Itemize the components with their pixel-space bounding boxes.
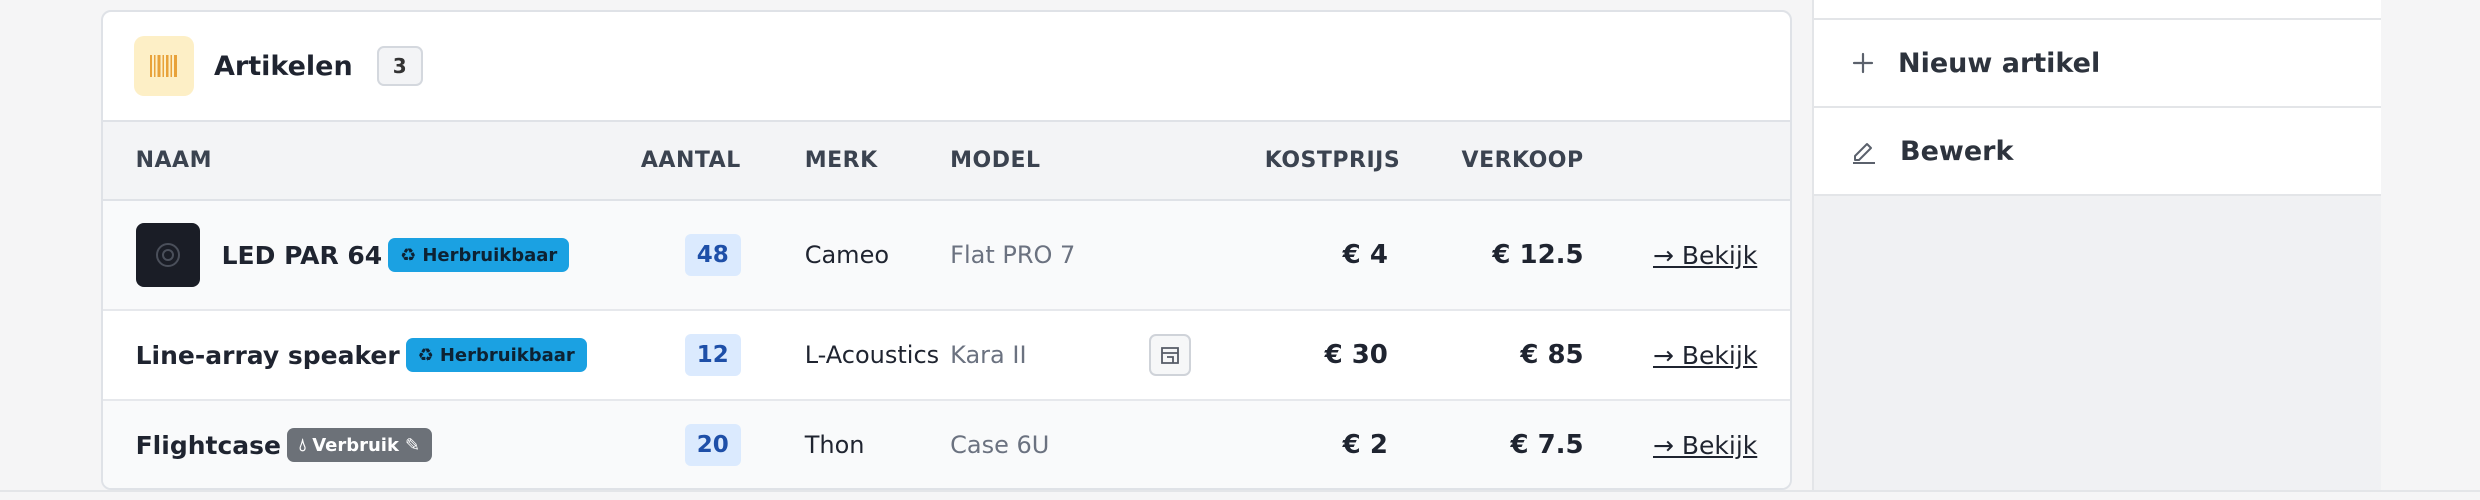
col-kostprijs[interactable]: KOSTPRIJS [1264,122,1400,201]
card-title: Artikelen [214,50,353,82]
table-row[interactable]: LED PAR 64 ♻ Herbruikbaar 48 Cameo Flat … [103,200,1790,311]
drop-icon: 💧︎ [299,434,307,456]
item-model: Flat PRO 7 [950,200,1150,311]
col-model[interactable]: MODEL [950,122,1150,201]
store-icon [1161,347,1179,364]
articles-table: NAAM AANTAL MERK MODEL KOSTPRIJS VERKOOP [103,122,1790,488]
product-thumbnail [135,223,200,287]
item-brand: Thon [740,400,951,488]
table-row[interactable]: Line-array speaker ♻ Herbruikbaar 12 L-A… [103,310,1790,401]
barcode-icon [134,36,194,96]
new-article-button[interactable]: Nieuw artikel [1814,20,2381,108]
quantity-badge: 48 [684,234,741,276]
item-sale: € 7.5 [1387,400,1584,488]
view-link[interactable]: → Bekijk [1653,341,1757,370]
plus-icon [1852,52,1874,74]
item-sale: € 85 [1387,310,1584,401]
col-naam[interactable]: NAAM [135,122,604,201]
item-cost: € 30 [1264,310,1388,401]
item-brand: Cameo [740,200,951,311]
pencil-icon[interactable]: ✎ [405,435,420,456]
view-link[interactable]: → Bekijk [1653,241,1757,270]
table-row[interactable]: Flightcase 💧︎ Verbruik ✎ 20 Thon Case 6U… [103,400,1790,488]
actions-sidebar: Nieuw artikel Bewerk [1812,0,2381,490]
reusable-badge: ♻ Herbruikbaar [405,338,587,372]
item-cost: € 4 [1264,200,1388,311]
col-merk[interactable]: MERK [740,122,951,201]
item-model: Case 6U [950,400,1150,488]
col-verkoop[interactable]: VERKOOP [1387,122,1584,201]
articles-card: Artikelen 3 NAAM AANTAL MERK MODEL KOSTP… [101,10,1792,490]
store-icon-button[interactable] [1149,334,1192,376]
sidebar-divider [1814,0,2381,20]
item-model: Kara II [950,310,1150,401]
pencil-icon [1853,143,1875,164]
item-cost: € 2 [1264,400,1388,488]
item-count-badge: 3 [376,46,423,86]
quantity-badge: 12 [684,334,741,376]
table-header-row: NAAM AANTAL MERK MODEL KOSTPRIJS VERKOOP [103,122,1790,201]
edit-button[interactable]: Bewerk [1814,108,2381,196]
new-article-label: Nieuw artikel [1898,47,2101,79]
item-sale: € 12.5 [1387,200,1584,311]
item-name: LED PAR 64 [221,240,383,270]
item-name: Flightcase [135,430,281,460]
recycle-icon: ♻ [400,244,417,266]
item-brand: L-Acoustics [740,310,951,401]
page-divider [0,490,2480,492]
card-header: Artikelen 3 [103,12,1790,122]
item-name: Line-array speaker [135,340,400,370]
quantity-badge: 20 [684,424,741,466]
col-aantal[interactable]: AANTAL [603,122,741,201]
view-link[interactable]: → Bekijk [1653,431,1757,460]
recycle-icon: ♻ [417,344,434,366]
consumable-badge: 💧︎ Verbruik ✎ [287,428,433,462]
reusable-badge: ♻ Herbruikbaar [388,238,570,272]
edit-label: Bewerk [1900,135,2014,167]
